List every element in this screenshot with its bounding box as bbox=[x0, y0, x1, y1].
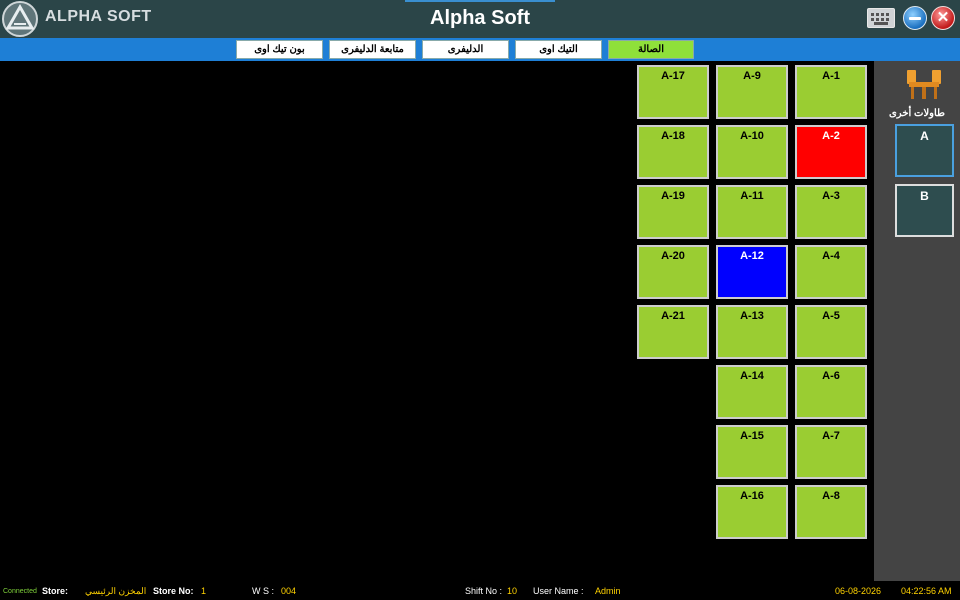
tab-takeaway-receipt[interactable]: بون تيك اوى bbox=[236, 40, 323, 59]
tab-bar: الصالة التيك اوى الدليفرى متابعة الدليفر… bbox=[0, 38, 960, 61]
store-label: Store: bbox=[42, 586, 69, 596]
table-button-a-10[interactable]: A-10 bbox=[716, 125, 788, 179]
tab-takeaway[interactable]: التيك اوى bbox=[515, 40, 602, 59]
table-button-a-14[interactable]: A-14 bbox=[716, 365, 788, 419]
section-b-button[interactable]: B bbox=[895, 184, 954, 237]
shift-label: Shift No : bbox=[465, 586, 503, 596]
table-button-a-1[interactable]: A-1 bbox=[795, 65, 867, 119]
table-button-a-5[interactable]: A-5 bbox=[795, 305, 867, 359]
store-no-label: Store No: bbox=[153, 586, 194, 596]
store-no-value: 1 bbox=[201, 586, 207, 596]
title-bar: ALPHA SOFT Alpha Soft ✕ bbox=[0, 0, 960, 38]
tab-delivery[interactable]: الدليفرى bbox=[422, 40, 509, 59]
alpha-logo-icon bbox=[2, 1, 38, 37]
other-tables-label: طاولات أخرى bbox=[888, 108, 946, 119]
table-button-a-20[interactable]: A-20 bbox=[637, 245, 709, 299]
ws-value: 004 bbox=[281, 586, 297, 596]
table-button-a-3[interactable]: A-3 bbox=[795, 185, 867, 239]
table-button-a-13[interactable]: A-13 bbox=[716, 305, 788, 359]
tab-delivery-tracking[interactable]: متابعة الدليفرى bbox=[329, 40, 416, 59]
table-button-a-16[interactable]: A-16 bbox=[716, 485, 788, 539]
table-button-a-7[interactable]: A-7 bbox=[795, 425, 867, 479]
chairs-table-icon bbox=[907, 70, 941, 99]
table-button-a-21[interactable]: A-21 bbox=[637, 305, 709, 359]
title-accent-line bbox=[405, 0, 555, 2]
ws-label: W S : bbox=[252, 586, 274, 596]
table-button-a-12[interactable]: A-12 bbox=[716, 245, 788, 299]
user-label: User Name : bbox=[533, 586, 584, 596]
table-button-a-17[interactable]: A-17 bbox=[637, 65, 709, 119]
table-button-a-19[interactable]: A-19 bbox=[637, 185, 709, 239]
time-value: 04:22:56 AM bbox=[901, 586, 952, 596]
table-button-a-15[interactable]: A-15 bbox=[716, 425, 788, 479]
status-bar: Connected Store: المخزن الرئيسي Store No… bbox=[0, 581, 960, 600]
date-value: 06-08-2026 bbox=[835, 586, 882, 596]
shift-value: 10 bbox=[507, 586, 518, 596]
table-button-a-18[interactable]: A-18 bbox=[637, 125, 709, 179]
table-button-a-11[interactable]: A-11 bbox=[716, 185, 788, 239]
connection-status: Connected bbox=[3, 588, 37, 595]
section-a-button[interactable]: A bbox=[895, 124, 954, 177]
minimize-button[interactable] bbox=[903, 6, 927, 30]
keyboard-icon[interactable] bbox=[867, 8, 895, 28]
store-value: المخزن الرئيسي bbox=[85, 586, 147, 596]
user-value: Admin bbox=[595, 586, 621, 596]
brand-name: ALPHA SOFT bbox=[45, 8, 152, 25]
table-button-a-9[interactable]: A-9 bbox=[716, 65, 788, 119]
table-button-a-2[interactable]: A-2 bbox=[795, 125, 867, 179]
table-button-a-8[interactable]: A-8 bbox=[795, 485, 867, 539]
tab-hall[interactable]: الصالة bbox=[608, 40, 694, 59]
close-button[interactable]: ✕ bbox=[931, 6, 955, 30]
table-button-a-4[interactable]: A-4 bbox=[795, 245, 867, 299]
table-button-a-6[interactable]: A-6 bbox=[795, 365, 867, 419]
